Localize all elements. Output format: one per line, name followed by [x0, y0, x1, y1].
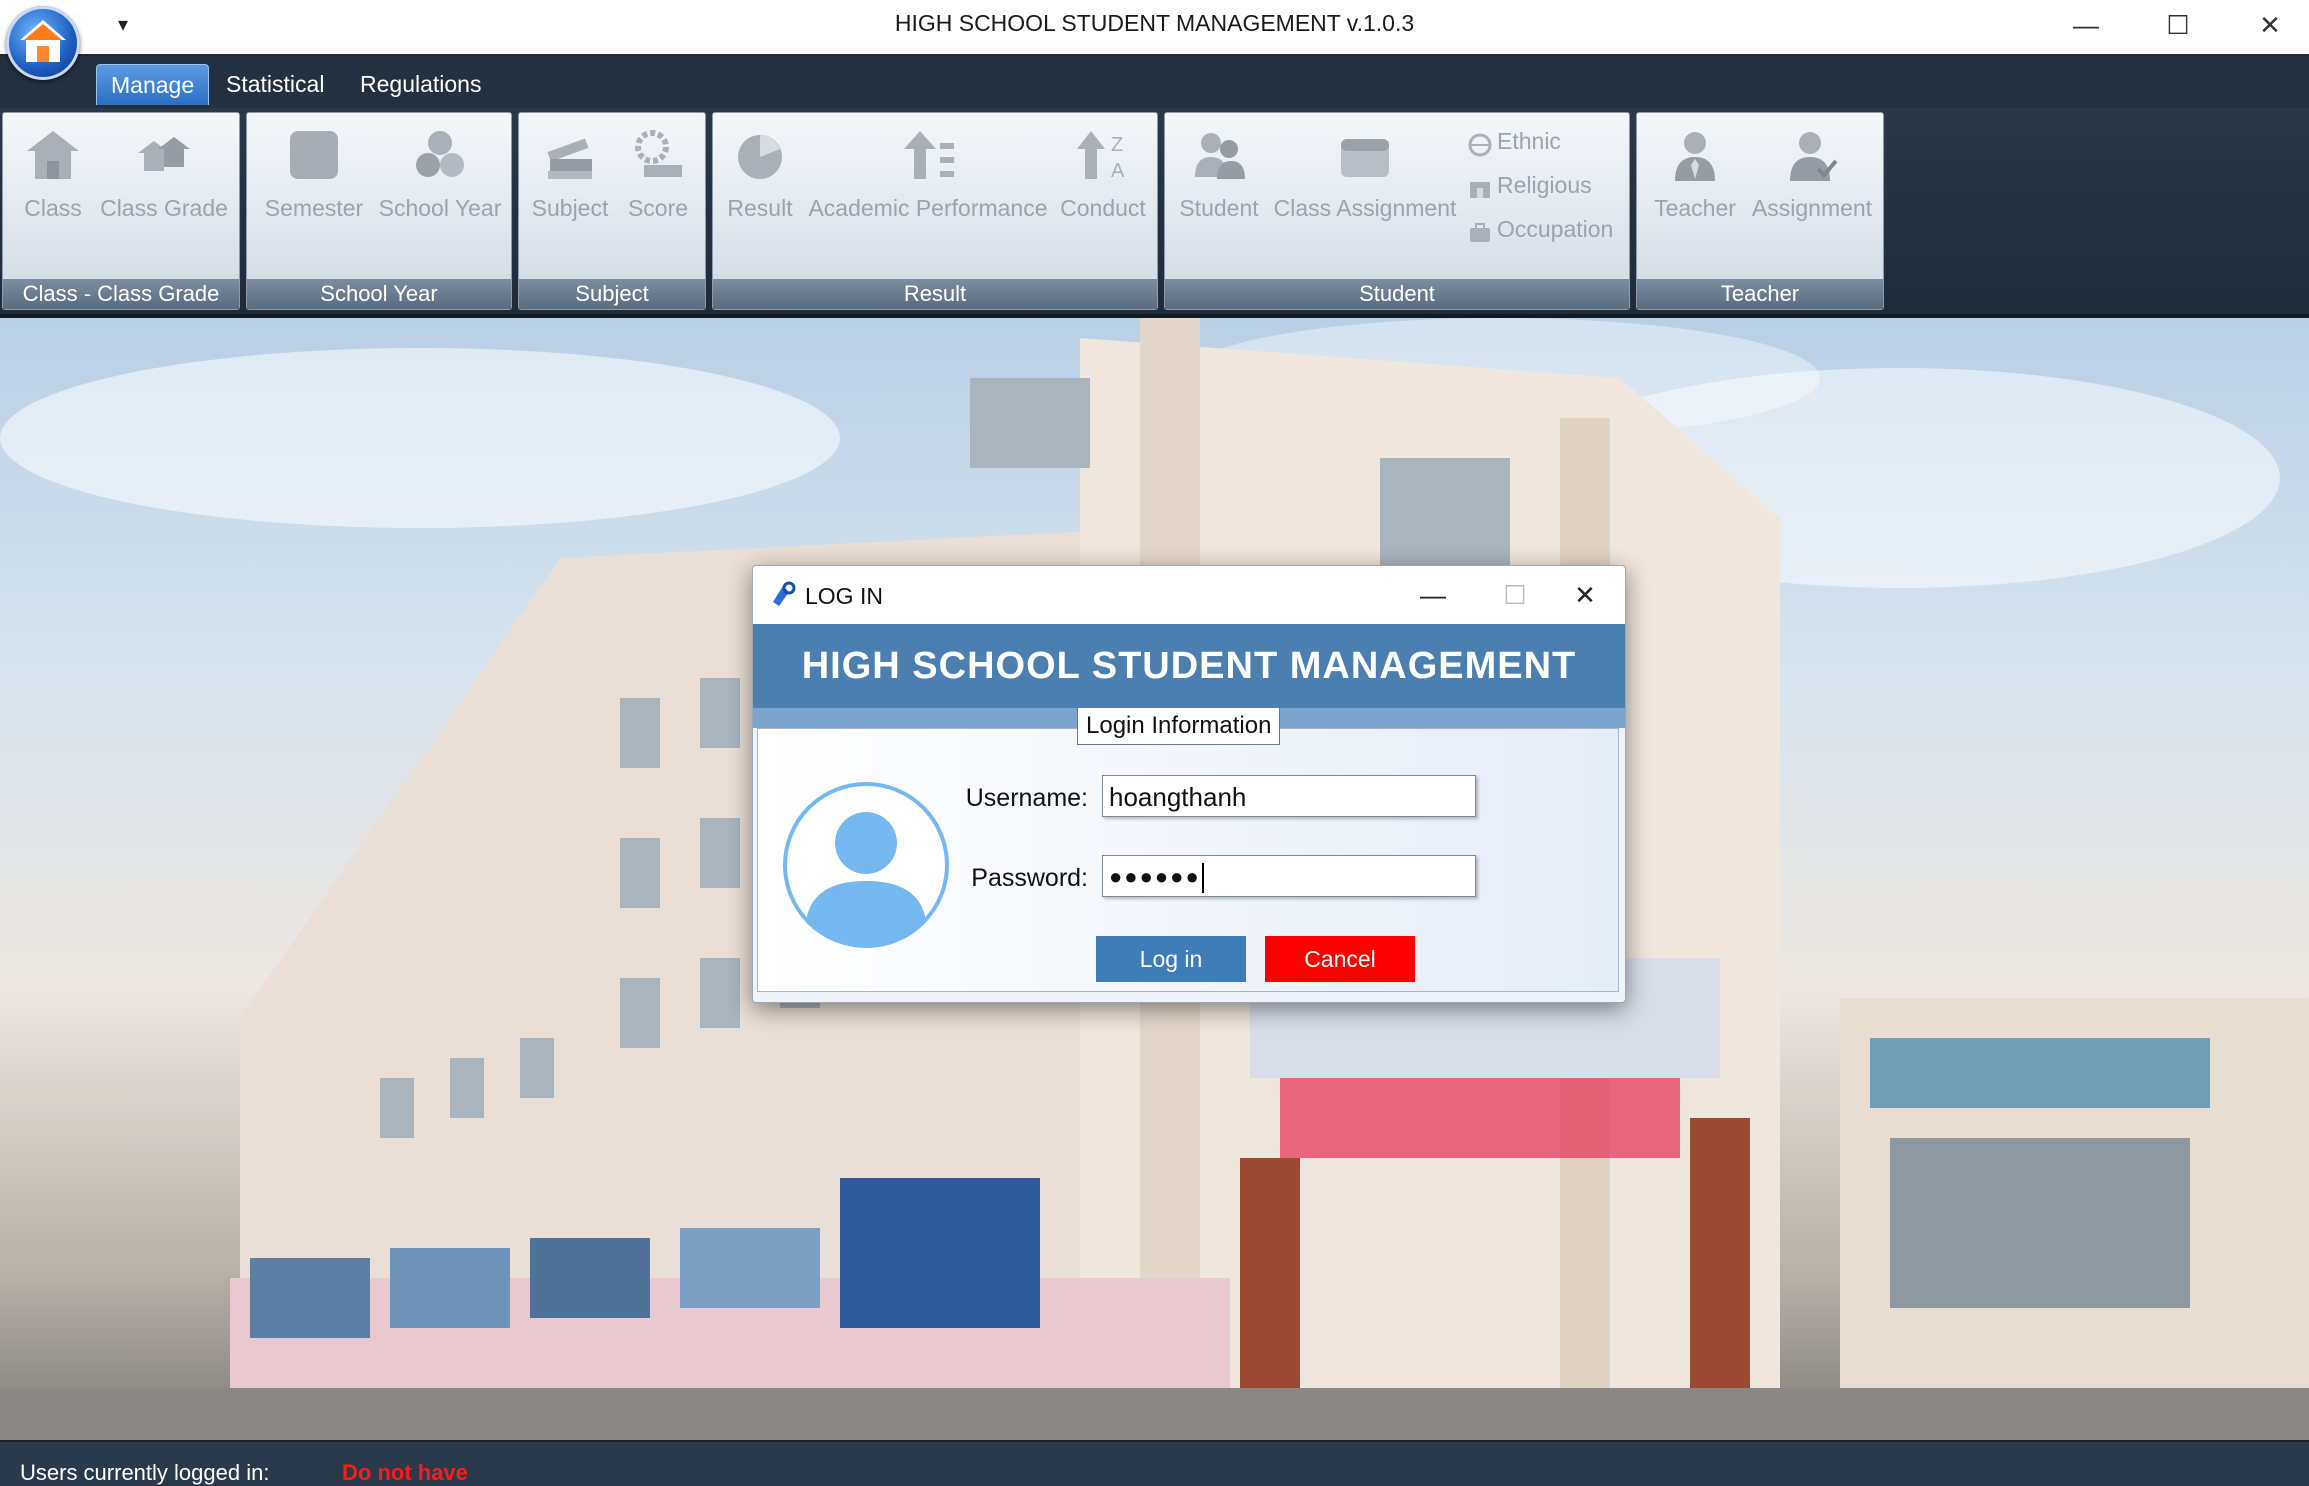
group-student: Student Class Assignment Ethnic Religiou…	[1164, 112, 1630, 310]
app-key-icon	[769, 580, 797, 608]
login-dialog: LOG IN — ☐ ✕ HIGH SCHOOL STUDENT MANAGEM…	[752, 565, 1626, 1003]
tab-statistical[interactable]: Statistical	[212, 64, 338, 104]
login-info-legend: Login Information	[1077, 707, 1281, 745]
class-grade-button[interactable]: Class Grade	[95, 117, 233, 267]
group-label: Student	[1165, 279, 1629, 309]
dialog-maximize-button: ☐	[1503, 579, 1527, 610]
religious-button[interactable]: Religious	[1467, 165, 1592, 205]
minimize-button[interactable]: —	[2040, 0, 2132, 50]
title-bar: ▾ HIGH SCHOOL STUDENT MANAGEMENT v.1.0.3…	[0, 0, 2309, 56]
svg-text:Z: Z	[1111, 134, 1123, 156]
conduct-button[interactable]: ZA Conduct	[1055, 117, 1151, 267]
group-label: Result	[713, 279, 1157, 309]
group-result: Result Academic Performance ZA Conduct R…	[712, 112, 1158, 310]
maximize-button[interactable]: ☐	[2132, 0, 2224, 50]
dialog-banner: HIGH SCHOOL STUDENT MANAGEMENT	[753, 624, 1625, 708]
ribbon-tabs: Manage Statistical Regulations	[0, 56, 2309, 108]
group-label: Teacher	[1637, 279, 1883, 309]
tab-regulations[interactable]: Regulations	[346, 64, 495, 104]
class-assignment-button[interactable]: Class Assignment	[1269, 117, 1461, 267]
score-button[interactable]: Score	[617, 117, 699, 267]
sort-az-icon: ZA	[1077, 131, 1125, 182]
teacher-check-icon	[1790, 132, 1838, 181]
semester-button[interactable]: Semester	[255, 117, 373, 267]
users-icon	[1195, 133, 1245, 179]
status-bar: Users currently logged in: Do not have	[0, 1440, 2309, 1485]
dialog-title-bar: LOG IN — ☐ ✕	[753, 566, 1625, 624]
group-label: School Year	[247, 279, 511, 309]
globe-icon	[1467, 130, 1493, 157]
academic-performance-button[interactable]: Academic Performance	[803, 117, 1053, 267]
tab-manage[interactable]: Manage	[96, 64, 210, 105]
result-button[interactable]: Result	[719, 117, 801, 267]
calendar-icon	[1341, 139, 1389, 177]
password-label: Password:	[971, 864, 1088, 892]
square-icon	[290, 131, 338, 179]
gear-book-icon	[635, 130, 682, 177]
assignment-button[interactable]: Assignment	[1747, 117, 1877, 267]
log-in-button[interactable]: Log in	[1096, 936, 1246, 982]
occupation-button[interactable]: Occupation	[1467, 209, 1613, 249]
school-year-button[interactable]: School Year	[375, 117, 505, 267]
password-input[interactable]: ●●●●●●	[1102, 855, 1476, 897]
group-label: Subject	[519, 279, 705, 309]
username-input[interactable]: hoangthanh	[1102, 775, 1476, 817]
username-label: Username:	[965, 784, 1088, 812]
group-class: Class Class Grade Class - Class Grade	[2, 112, 240, 310]
teacher-button[interactable]: Teacher	[1645, 117, 1745, 267]
group-label: Class - Class Grade	[3, 279, 239, 309]
logged-in-label: Users currently logged in:	[20, 1460, 270, 1485]
text-caret	[1201, 863, 1204, 894]
house-icon	[27, 131, 79, 179]
ribbon-panel: Class Class Grade Class - Class Grade Se…	[0, 108, 2309, 318]
sort-up-icon	[904, 131, 954, 179]
class-button[interactable]: Class	[13, 117, 93, 267]
ethnic-button[interactable]: Ethnic	[1467, 121, 1561, 161]
app-home-orb-icon[interactable]	[6, 6, 80, 80]
svg-text:A: A	[1111, 160, 1125, 182]
books-icon	[547, 138, 592, 179]
close-button[interactable]: ✕	[2224, 0, 2309, 50]
teacher-icon	[1675, 132, 1715, 181]
student-button[interactable]: Student	[1171, 117, 1267, 267]
dialog-title: LOG IN	[805, 583, 883, 609]
logged-in-value: Do not have	[342, 1460, 468, 1485]
app-title: HIGH SCHOOL STUDENT MANAGEMENT v.1.0.3	[894, 10, 1415, 36]
password-value: ●●●●●●	[1109, 864, 1201, 889]
cancel-button[interactable]: Cancel	[1265, 936, 1415, 982]
group-school-year: Semester School Year School Year	[246, 112, 512, 310]
group-teacher: Teacher Assignment Teacher	[1636, 112, 1884, 310]
cubes-icon	[416, 131, 464, 177]
subject-button[interactable]: Subject	[525, 117, 615, 267]
building-icon	[1467, 174, 1493, 200]
user-avatar-icon	[783, 782, 949, 948]
houses-icon	[138, 137, 190, 171]
briefcase-icon	[1467, 218, 1493, 244]
pie-chart-icon	[738, 135, 782, 179]
group-subject: Subject Score Subject	[518, 112, 706, 310]
dialog-minimize-button[interactable]: —	[1393, 570, 1473, 620]
dialog-close-button[interactable]: ✕	[1545, 570, 1625, 620]
